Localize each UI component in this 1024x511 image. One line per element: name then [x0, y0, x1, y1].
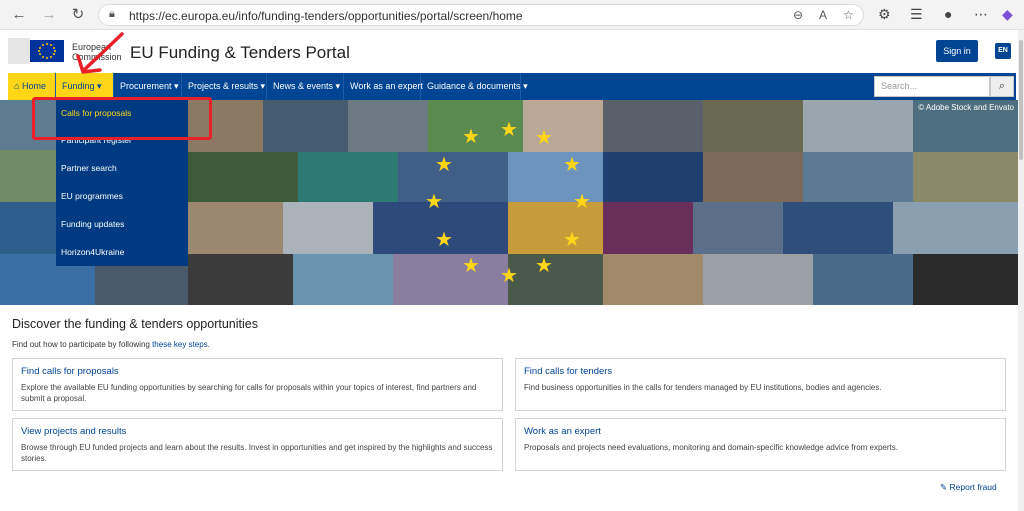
copilot-icon[interactable]: ◆ [1002, 6, 1013, 23]
card-work-as-expert[interactable]: Work as an expert Proposals and projects… [515, 418, 1006, 471]
menu-item-eu-programmes[interactable]: EU programmes [56, 183, 188, 210]
menu-item-funding-updates[interactable]: Funding updates [56, 211, 188, 238]
card-title[interactable]: Find calls for tenders [524, 366, 612, 377]
refresh-icon[interactable]: ↻ [67, 5, 89, 25]
chevron-down-icon: ▾ [258, 81, 266, 91]
annotation-highlight-box [32, 97, 212, 140]
read-aloud-icon[interactable]: A [819, 8, 827, 22]
card-description: Proposals and projects need evaluations,… [524, 443, 898, 452]
search-input[interactable]: Search... [874, 76, 990, 97]
report-fraud-link[interactable]: ✎ Report fraud [940, 482, 997, 493]
eu-star-icon: ★ [535, 255, 553, 277]
lock-icon: 🔒︎ [109, 8, 115, 20]
key-steps-link[interactable]: these key steps [152, 340, 208, 349]
eu-star-icon: ★ [425, 191, 443, 213]
eu-star-icon: ★ [563, 154, 581, 176]
extensions-icon[interactable]: ⚙ [878, 6, 891, 23]
favorite-icon[interactable]: ☆ [843, 8, 854, 22]
menu-item-partner-search[interactable]: Partner search [56, 155, 188, 182]
card-find-calls-for-proposals[interactable]: Find calls for proposals Explore the ava… [12, 358, 503, 411]
portal-title: EU Funding & Tenders Portal [130, 43, 350, 62]
scrollbar-thumb[interactable] [1019, 40, 1023, 160]
language-selector[interactable]: EN [995, 43, 1011, 59]
search-icon[interactable]: ⌕ [990, 76, 1014, 97]
more-icon[interactable]: ⋯ [974, 6, 988, 23]
sign-in-button[interactable]: Sign in [936, 40, 978, 62]
nav-guidance-documents[interactable]: Guidance & documents ▾ [421, 73, 528, 100]
menu-item-horizon4ukraine[interactable]: Horizon4Ukraine [56, 239, 188, 266]
favorites-icon[interactable]: ☰ [910, 6, 923, 23]
eu-star-icon: ★ [500, 119, 518, 141]
main-navigation: ⌂ Home Funding ▾ Procurement ▾ Projects … [8, 73, 1016, 100]
portal-header: European Commission EU Funding & Tenders… [0, 30, 1024, 73]
chevron-down-icon: ▾ [94, 81, 102, 91]
home-icon: ⌂ [14, 81, 20, 91]
annotation-arrow-icon [76, 32, 124, 74]
nav-news-events[interactable]: News & events ▾ [267, 73, 344, 100]
card-find-calls-for-tenders[interactable]: Find calls for tenders Find business opp… [515, 358, 1006, 411]
eu-star-icon: ★ [462, 255, 480, 277]
card-title[interactable]: Work as an expert [524, 426, 601, 437]
nav-home[interactable]: ⌂ Home [8, 73, 56, 100]
eu-star-icon: ★ [563, 229, 581, 251]
nav-work-as-expert[interactable]: Work as an expert [344, 73, 423, 100]
eu-star-icon: ★ [535, 127, 553, 149]
address-bar[interactable]: 🔒︎ https://ec.europa.eu/info/funding-ten… [98, 4, 864, 26]
forward-icon[interactable]: → [38, 5, 60, 25]
profile-icon[interactable]: ● [944, 6, 952, 22]
zoom-icon[interactable]: ⊖ [793, 8, 803, 22]
eu-star-icon: ★ [500, 265, 518, 287]
card-title[interactable]: View projects and results [21, 426, 126, 437]
eu-star-icon: ★ [435, 229, 453, 251]
image-credit: © Adobe Stock and Envato [918, 103, 1014, 112]
eu-star-icon: ★ [573, 191, 591, 213]
back-icon[interactable]: ← [8, 5, 30, 25]
card-title[interactable]: Find calls for proposals [21, 366, 119, 377]
page-heading: Discover the funding & tenders opportuni… [12, 317, 258, 331]
card-description: Browse through EU funded projects and le… [21, 443, 493, 463]
eu-star-icon: ★ [462, 126, 480, 148]
browser-toolbar: ← → ↻ 🔒︎ https://ec.europa.eu/info/fundi… [0, 0, 1024, 30]
chevron-down-icon: ▾ [520, 81, 528, 91]
card-view-projects-results[interactable]: View projects and results Browse through… [12, 418, 503, 471]
eu-star-icon: ★ [435, 154, 453, 176]
card-description: Explore the available EU funding opportu… [21, 383, 477, 403]
nav-projects-results[interactable]: Projects & results ▾ [182, 73, 267, 100]
chevron-down-icon: ▾ [333, 81, 341, 91]
card-description: Find business opportunities in the calls… [524, 383, 882, 392]
chevron-down-icon: ▾ [171, 81, 179, 91]
url-text: https://ec.europa.eu/info/funding-tender… [129, 9, 523, 23]
edit-icon: ✎ [940, 482, 948, 492]
intro-text: Find out how to participate by following… [12, 340, 210, 349]
ec-logo[interactable] [8, 36, 68, 66]
